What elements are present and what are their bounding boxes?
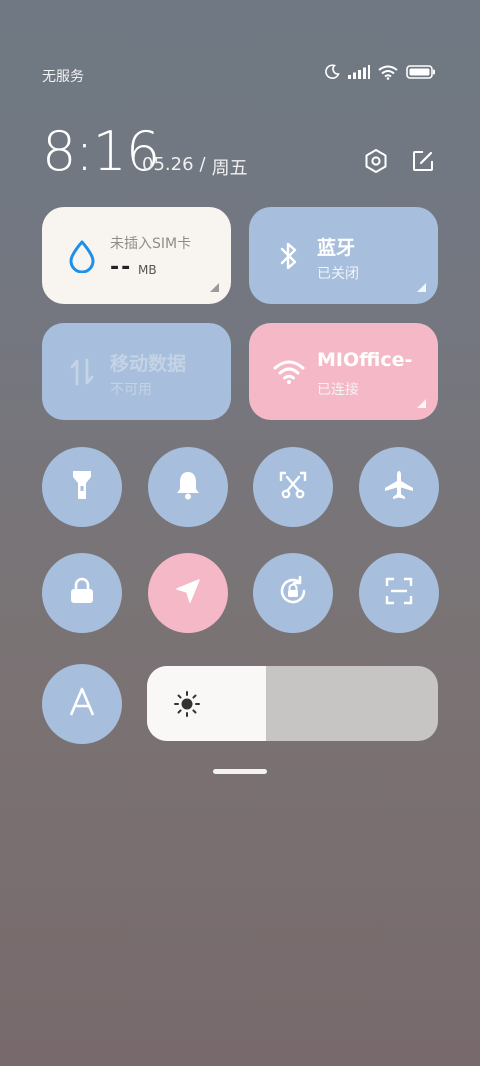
- weekday: 周五: [211, 158, 248, 179]
- signal-icon: [348, 65, 370, 79]
- scan-icon: [384, 576, 414, 610]
- data-usage-value: --: [110, 255, 133, 280]
- data-arrows-icon: [66, 355, 98, 389]
- edit-icon: [410, 148, 436, 178]
- flashlight-icon: [68, 468, 96, 506]
- wifi-title: MIOffice-: [317, 349, 413, 371]
- scanner-toggle[interactable]: [359, 553, 439, 633]
- moon-icon: [324, 64, 340, 80]
- expand-corner-icon: [417, 399, 426, 408]
- bluetooth-status: 已关闭: [317, 266, 359, 282]
- data-usage-tile[interactable]: 未插入SIM卡 -- MB: [42, 207, 231, 304]
- wifi-icon: [273, 355, 305, 389]
- flashlight-toggle[interactable]: [42, 447, 122, 527]
- battery-icon: [406, 65, 436, 79]
- bluetooth-icon: [273, 239, 305, 273]
- date: 05.26 / 周五: [142, 154, 248, 180]
- data-usage-unit: MB: [138, 263, 157, 277]
- rotation-lock-icon: [276, 574, 310, 612]
- date-separator: /: [199, 154, 206, 175]
- airplane-icon: [383, 469, 415, 505]
- home-indicator[interactable]: [213, 769, 267, 774]
- wifi-status: 已连接: [317, 382, 359, 398]
- bluetooth-tile[interactable]: 蓝牙 已关闭: [249, 207, 438, 304]
- brightness-slider[interactable]: [147, 666, 438, 741]
- carrier-status: 无服务: [42, 69, 84, 85]
- date-value: 05.26: [142, 154, 194, 175]
- wifi-tile[interactable]: MIOffice- 已连接: [249, 323, 438, 420]
- mobile-data-status: 不可用: [110, 382, 152, 398]
- lock-icon: [69, 577, 95, 609]
- bell-icon: [173, 469, 203, 505]
- water-drop-icon: [66, 239, 98, 273]
- scissors-screenshot-icon: [277, 469, 309, 505]
- bluetooth-title: 蓝牙: [317, 237, 356, 259]
- data-usage-title: 未插入SIM卡: [110, 236, 192, 252]
- location-toggle[interactable]: [148, 553, 228, 633]
- expand-corner-icon: [417, 283, 426, 292]
- airplane-mode-toggle[interactable]: [359, 447, 439, 527]
- lock-screen-toggle[interactable]: [42, 553, 122, 633]
- expand-corner-icon: [210, 283, 219, 292]
- location-arrow-icon: [174, 577, 202, 609]
- mobile-data-tile[interactable]: 移动数据 不可用: [42, 323, 231, 420]
- settings-hexagon-icon: [363, 148, 389, 178]
- rotation-lock-toggle[interactable]: [253, 553, 333, 633]
- silent-toggle[interactable]: [148, 447, 228, 527]
- settings-button[interactable]: [361, 148, 391, 178]
- auto-brightness-toggle[interactable]: [42, 664, 122, 744]
- edit-button[interactable]: [408, 148, 438, 178]
- status-icons: [324, 64, 436, 80]
- wifi-icon: [378, 65, 398, 80]
- letter-a-icon: [67, 687, 97, 721]
- mobile-data-title: 移动数据: [110, 353, 187, 375]
- brightness-fill: [147, 666, 267, 741]
- screenshot-toggle[interactable]: [253, 447, 333, 527]
- sun-icon: [173, 690, 201, 718]
